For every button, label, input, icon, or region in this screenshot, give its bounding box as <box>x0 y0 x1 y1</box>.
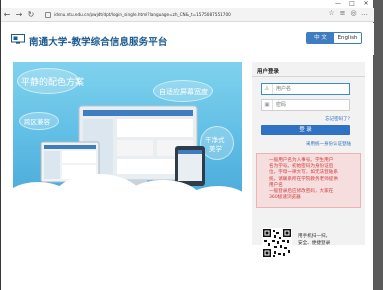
reading-list-icon[interactable]: ≡ <box>337 9 348 17</box>
monitor-logo-icon <box>11 34 25 44</box>
forward-icon[interactable]: → <box>13 9 25 21</box>
divider <box>252 76 365 77</box>
promo-banner: 平静的配色方案 自适应屏幕宽度 跨区兼容 干净式 美学 <box>13 62 242 204</box>
refresh-icon[interactable]: ↻ <box>25 9 37 21</box>
notice-line: 360极速浏览器 <box>269 195 301 201</box>
banner-text-2: 自适应屏幕宽度 <box>159 88 208 96</box>
unified-auth-link[interactable]: 采用统一身份认证登陆 <box>306 141 351 147</box>
close-icon[interactable]: ✕ <box>359 0 373 8</box>
password-input[interactable] <box>273 100 347 110</box>
minimize-icon[interactable]: — <box>331 0 345 8</box>
toolbar-right: ☆ ≡ ◎ … <box>326 9 370 17</box>
lock-icon: ▣ <box>262 100 273 110</box>
browser-window: — □ ✕ ← → ↻ idsnu.ntu.edu.cn/pwjdt/dpt/l… <box>0 0 374 290</box>
login-notice: 一般用户名为入事号。学生用户 名为学号。初始密码为身份证后 位，字母一律大写，如… <box>256 153 361 208</box>
more-icon[interactable]: … <box>359 9 370 17</box>
login-button[interactable]: 登 录 <box>261 125 350 135</box>
lock-icon <box>45 11 51 18</box>
url-field[interactable]: idsnu.ntu.edu.cn/pwjdt/dpt/login_single.… <box>45 10 231 20</box>
site-title: 南通大学-教学综合信息服务平台 <box>29 37 168 48</box>
forgot-password-link[interactable]: 忘记密码了? <box>325 116 350 122</box>
username-field[interactable]: ♙ <box>261 83 350 95</box>
back-icon[interactable]: ← <box>1 9 13 21</box>
address-bar: ← → ↻ idsnu.ntu.edu.cn/pwjdt/dpt/login_s… <box>1 8 374 22</box>
user-icon: ♙ <box>262 84 273 94</box>
login-title: 用户登录 <box>257 69 280 75</box>
window-controls: — □ ✕ <box>331 0 373 8</box>
url-text[interactable]: idsnu.ntu.edu.cn/pwjdt/dpt/login_single.… <box>54 12 231 17</box>
site-header: 南通大学-教学综合信息服务平台 中 文 English <box>1 23 374 55</box>
lang-zh-button[interactable]: 中 文 <box>307 33 334 43</box>
lang-en-button[interactable]: English <box>334 33 361 43</box>
banner-text-1: 平静的配色方案 <box>21 78 85 88</box>
star-icon[interactable]: ☆ <box>326 9 337 17</box>
qr-caption-line: 安全、便捷登录 <box>298 240 331 246</box>
qr-caption: 用手机扫一扫， 安全、便捷登录 <box>298 234 338 247</box>
login-panel: 用户登录 ♙ ▣ 忘记密码了? 登 录 采用统一身份认证登陆 一般用户名为入事号… <box>252 62 365 258</box>
username-input[interactable] <box>273 84 347 94</box>
password-field[interactable]: ▣ <box>261 99 350 111</box>
maximize-icon[interactable]: □ <box>345 0 359 8</box>
language-switch: 中 文 English <box>306 32 362 44</box>
qr-code-icon <box>262 228 292 258</box>
profile-icon[interactable]: ◎ <box>348 9 359 17</box>
